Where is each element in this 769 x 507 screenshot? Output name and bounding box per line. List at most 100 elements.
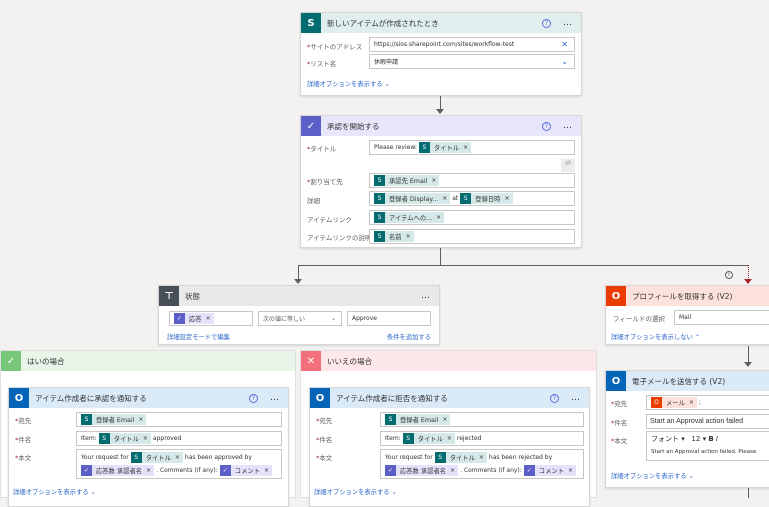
element: S (374, 231, 385, 242)
element: × (442, 195, 448, 202)
element: has been rejected by (488, 454, 553, 461)
element: 承認先 Email (389, 178, 428, 185)
subject-input[interactable]: Start an Approval action failed (646, 414, 769, 429)
get-profile-header[interactable]: O プロフィールを取得する (V2) (606, 286, 769, 306)
element: has been approved by (184, 454, 252, 461)
trigger-card[interactable]: S 新しいアイテムが作成されたとき ? … *サイトのアドレス https://s… (300, 12, 582, 96)
element: S (385, 414, 396, 425)
send-email-card[interactable]: O 電子メールを送信する (V2) *宛先 O メール ×; *件名 Start a… (605, 370, 769, 488)
more-options-icon[interactable]: … (563, 18, 573, 28)
condition-header[interactable]: ⊤ 状態 … (159, 286, 439, 306)
notify-approved-header[interactable]: O アイテム作成者に承認を通知する ?… (9, 388, 288, 408)
to-input[interactable]: S 登録者 Email × (380, 412, 584, 427)
dynamic-content-token: S タイトル × (434, 452, 487, 463)
element: × (478, 454, 484, 461)
subject-input[interactable]: Item: S タイトル × rejected (380, 431, 584, 446)
arrow-down-icon (294, 279, 302, 284)
advanced-options-link[interactable]: 詳細オプションを表示する ⌄ (611, 471, 694, 480)
condition-value-input[interactable]: Approve (347, 311, 431, 326)
send-email-header[interactable]: O 電子メールを送信する (V2) (606, 371, 769, 391)
element: *件名 (611, 417, 627, 427)
condition-left-input[interactable]: ✓ 応答 × (169, 311, 253, 326)
run-after-arrow-icon (744, 279, 752, 284)
more-options-icon[interactable]: … (571, 393, 581, 403)
condition-card[interactable]: ⊤ 状態 … ✓ 応答 × 次の値に等しい ⌄ Approve 詳細設定モードで編集 … (158, 285, 440, 345)
element: *リスト名 (307, 58, 336, 68)
edit-advanced-link[interactable]: 詳細設定モードで編集 (167, 332, 230, 341)
element: 登録者 Display... (389, 196, 439, 203)
body-input[interactable]: Your request for S タイトル × has been approved … (76, 449, 282, 479)
to-input[interactable]: S 登録者 Email × (76, 412, 282, 427)
body-input[interactable]: Your request for S タイトル × has been rejected … (380, 449, 584, 479)
element: × (174, 454, 180, 461)
more-options-icon[interactable]: … (563, 121, 573, 131)
info-icon[interactable]: i (725, 271, 733, 279)
dynamic-content-token: ✓ 応答数 承認者名 × (385, 465, 459, 476)
element: 件名 (18, 436, 32, 444)
connector-line (748, 346, 749, 363)
more-options-icon[interactable]: … (270, 393, 280, 403)
advanced-options-link[interactable]: 詳細オプションを表示する ⌄ (314, 487, 397, 496)
help-icon[interactable]: ? (542, 18, 551, 28)
element: ✓ (385, 465, 396, 476)
element: Your request for (385, 454, 433, 461)
italic-button[interactable]: I (716, 435, 718, 443)
dynamic-content-token: S 登録者 Display... × (374, 193, 451, 204)
clear-icon[interactable]: ✕ (561, 40, 568, 49)
item-link-input[interactable]: S アイテムへの... × (369, 210, 575, 225)
add-condition-link[interactable]: 条件を追加する (387, 332, 431, 341)
dynamic-content-token: S タイトル × (130, 452, 183, 463)
hide-advanced-link[interactable]: 詳細オプションを表示しない ⌃ (611, 332, 700, 341)
help-icon[interactable]: ? (550, 393, 559, 403)
item-link-desc-input[interactable]: S 名前 × (369, 229, 575, 244)
element: アイテムへの... (389, 215, 433, 222)
subject-input[interactable]: Item: S タイトル × approved (76, 431, 282, 446)
size-dropdown[interactable]: 12 (691, 435, 700, 443)
field-label: フィールドの選択 (613, 315, 665, 323)
element: タイトル (449, 455, 475, 462)
assigned-to-input[interactable]: S 承認先 Email × (369, 173, 575, 188)
swap-button[interactable]: ⇄ (561, 159, 575, 172)
element: 登録者 Email (96, 417, 135, 424)
element: × (205, 315, 211, 322)
details-input[interactable]: S 登録者 Display... × at S 登録日時 × (369, 191, 575, 206)
operator-dropdown[interactable]: 次の値に等しい ⌄ (258, 311, 342, 326)
notify-rejected-header[interactable]: O アイテム作成者に拒否を通知する ?… (310, 388, 589, 408)
site-address-input[interactable]: https://sios.sharepoint.com/sites/workfl… (369, 37, 575, 52)
dynamic-content-token: ✓ 応答数 承認者名 × (81, 465, 155, 476)
title-input[interactable]: Please review: S タイトル × (369, 140, 575, 155)
action-title: アイテム作成者に承認を通知する (35, 393, 147, 403)
element: 宛先 (18, 417, 32, 425)
element: 詳細オプションを表示する (314, 489, 390, 496)
element: *宛先 (15, 415, 31, 425)
email-title: 電子メールを送信する (V2) (632, 376, 726, 386)
trigger-header[interactable]: S 新しいアイテムが作成されたとき ?… (301, 13, 581, 33)
to-input[interactable]: O メール ×; (646, 395, 769, 410)
notify-approved-card[interactable]: O アイテム作成者に承認を通知する ?… *宛先 S 登録者 Email × *件名… (8, 387, 289, 507)
element: rejected (456, 435, 482, 442)
element: 応答数 承認者名 (96, 468, 143, 475)
get-profile-card[interactable]: O プロフィールを取得する (V2) フィールドの選択 Mail 詳細オプション… (605, 285, 769, 345)
condition-title: 状態 (185, 291, 200, 301)
element: *件名 (316, 434, 332, 444)
field-select-input[interactable]: Mail (674, 310, 769, 325)
list-name-dropdown[interactable]: 休暇申請 ⌄ (369, 54, 575, 69)
no-branch-title: いいえの場合 (327, 356, 372, 366)
font-dropdown[interactable]: フォント (651, 435, 679, 443)
advanced-options-link[interactable]: 詳細オプションを表示する ⌄ (13, 487, 96, 496)
approval-header[interactable]: ✓ 承認を開始する ?… (301, 116, 581, 136)
more-options-icon[interactable]: … (421, 291, 431, 301)
help-icon[interactable]: ? (542, 121, 551, 131)
bold-button[interactable]: B (708, 435, 713, 443)
element: タイトル (433, 145, 460, 152)
element: O (651, 397, 662, 408)
body-editor[interactable]: フォント ▾ 12 ▾ B I Start an Approval action… (646, 431, 769, 461)
element: S (374, 212, 385, 223)
help-icon[interactable]: ? (249, 393, 258, 403)
item-link-desc-label: アイテムリンクの説明 (307, 234, 372, 242)
notify-rejected-card[interactable]: O アイテム作成者に拒否を通知する ?… *宛先 S 登録者 Email × *件名… (309, 387, 590, 507)
element: 次の値に等しい (263, 316, 306, 323)
element: 本文 (614, 437, 628, 445)
advanced-options-link[interactable]: 詳細オプションを表示する ⌄ (307, 79, 390, 88)
approval-card[interactable]: ✓ 承認を開始する ?… *タイトル Please review: S タイトル × … (300, 115, 582, 248)
